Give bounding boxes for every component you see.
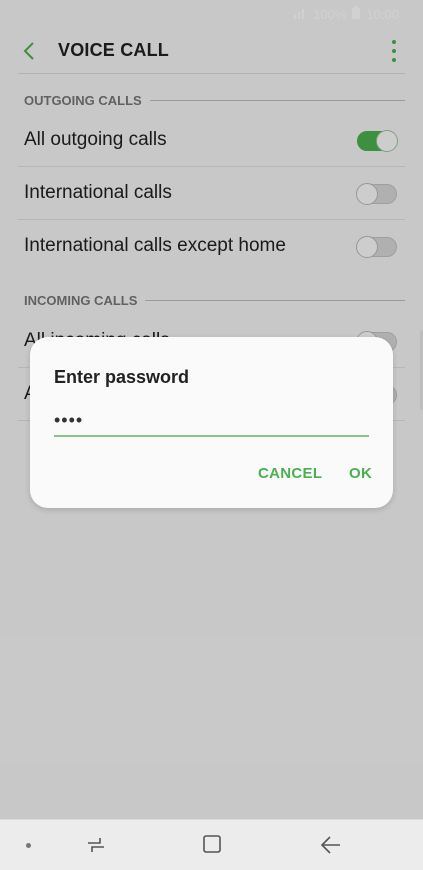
dialog-title: Enter password <box>54 367 190 387</box>
back-arrow-icon <box>320 836 340 854</box>
home-button[interactable] <box>203 835 221 853</box>
cancel-button[interactable]: CANCEL <box>258 465 322 482</box>
password-dialog: Enter password CANCEL OK <box>30 337 393 508</box>
password-input[interactable] <box>54 405 369 437</box>
home-icon <box>203 835 221 853</box>
recent-apps-button[interactable] <box>84 834 108 856</box>
recent-apps-icon <box>88 838 104 852</box>
settings-screen: 100% 10:00 VOICE CALL OUTGOING CALLS All… <box>0 0 423 870</box>
nav-back-button[interactable] <box>318 834 344 856</box>
nav-hide-dot[interactable] <box>26 843 31 848</box>
navigation-bar <box>0 819 423 870</box>
ok-button[interactable]: OK <box>349 465 372 482</box>
